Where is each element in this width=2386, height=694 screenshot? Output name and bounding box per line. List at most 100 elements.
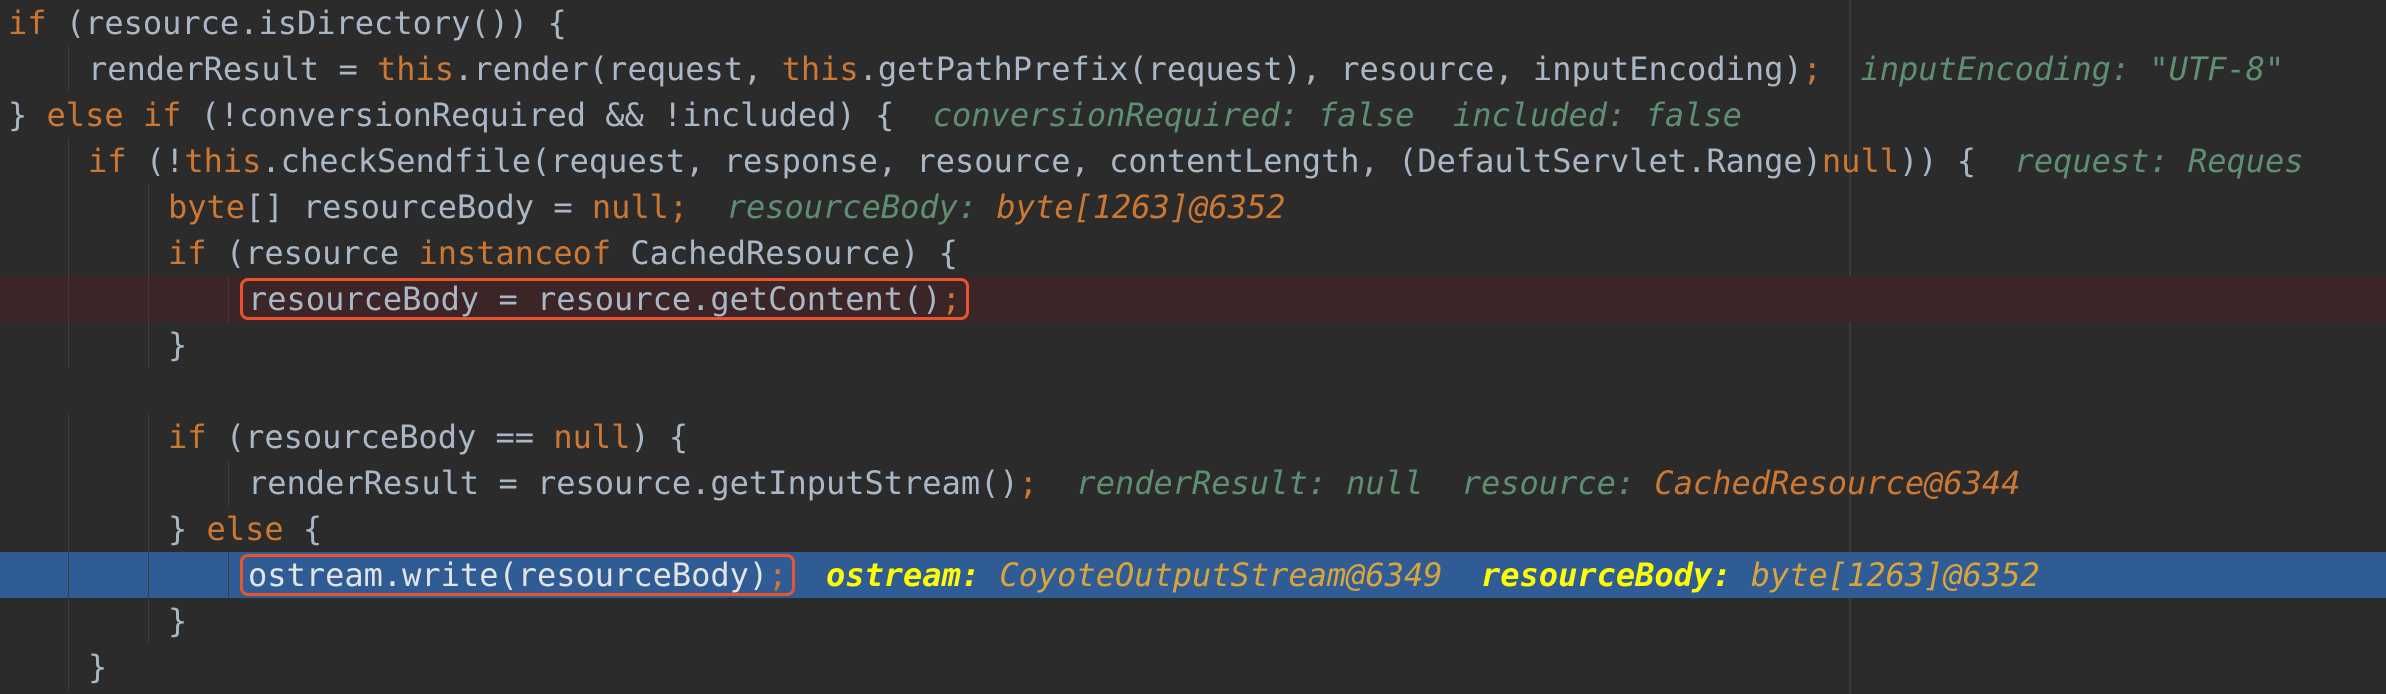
code-editor[interactable]: if (resource.isDirectory()) {renderResul…	[0, 0, 2386, 694]
code-text: if (resourceBody == null) {	[168, 414, 688, 460]
code-token: (resourceBody ==	[206, 418, 554, 456]
code-line[interactable]: }	[0, 598, 2386, 644]
code-line[interactable]: if (resource.isDirectory()) {	[0, 0, 2386, 46]
highlight-box	[240, 554, 796, 596]
keyword-token: if	[168, 234, 207, 272]
code-text: if (resource.isDirectory()) {	[8, 0, 567, 46]
code-token: ) {	[630, 418, 689, 456]
inline-debug-value: CoyoteOutputStream@6349	[999, 556, 1443, 594]
indent-guide	[148, 184, 149, 230]
code-token: }	[88, 648, 108, 686]
code-token: (!conversionRequired && !included) {	[181, 96, 895, 134]
keyword-token: this	[781, 50, 859, 88]
inline-debug-value: conversionRequired:	[932, 96, 1319, 134]
indent-guide	[68, 138, 69, 184]
code-text: } else {	[168, 506, 322, 552]
code-line[interactable]	[0, 368, 2386, 414]
indent-guide	[68, 506, 69, 552]
keyword-token: if	[88, 142, 127, 180]
keyword-token: null	[1821, 142, 1899, 180]
keyword-token: if	[168, 418, 207, 456]
code-token: }	[8, 96, 47, 134]
code-line[interactable]: }	[0, 322, 2386, 368]
inline-debug-value: resourceBody:	[726, 188, 997, 226]
indent-guide	[68, 184, 69, 230]
inline-debug-value: CachedResource@6344	[1654, 464, 2021, 502]
code-text: if (resource instanceof CachedResource) …	[168, 230, 958, 276]
code-token: .getPathPrefix(request), resource, input…	[858, 50, 1803, 88]
keyword-token: ;	[668, 188, 689, 226]
inline-debug-value: resourceBody:	[1481, 556, 1751, 594]
keyword-token: else	[206, 510, 284, 548]
inline-debug-value: null	[1346, 464, 1424, 502]
indent-guide	[68, 46, 69, 92]
inline-debug-value: inputEncoding:	[1860, 50, 2150, 88]
code-token: )) {	[1898, 142, 1977, 180]
code-line[interactable]: renderResult = this.render(request, this…	[0, 46, 2386, 92]
indent-guide	[68, 322, 69, 368]
inline-debug-value: byte[1263]@6352	[996, 188, 1286, 226]
keyword-token: null	[553, 418, 631, 456]
code-line[interactable]: }	[0, 644, 2386, 690]
code-line[interactable]: byte[] resourceBody = null; resourceBody…	[0, 184, 2386, 230]
indent-guide	[148, 322, 149, 368]
indent-guide	[228, 460, 229, 506]
inline-debug-value: false	[1318, 96, 1415, 134]
inline-debug-value: resource:	[1461, 464, 1655, 502]
code-token: CachedResource) {	[611, 234, 958, 272]
indent-guide	[148, 552, 149, 598]
code-token: .render(request,	[454, 50, 782, 88]
indent-guide	[68, 460, 69, 506]
indent-guide	[68, 276, 69, 322]
indent-guide	[148, 230, 149, 276]
code-token: (!	[126, 142, 185, 180]
keyword-token: ;	[1802, 50, 1822, 88]
inline-debug-value: included:	[1452, 96, 1646, 134]
code-token: [] resourceBody =	[245, 188, 592, 226]
code-token: }	[168, 602, 188, 640]
code-text: renderResult = resource.getInputStream()…	[248, 460, 2020, 506]
code-token: (resource	[206, 234, 419, 272]
indent-guide	[148, 598, 149, 644]
keyword-token: else if	[46, 96, 182, 134]
code-line[interactable]: if (resource instanceof CachedResource) …	[0, 230, 2386, 276]
code-line[interactable]: } else if (!conversionRequired && !inclu…	[0, 92, 2386, 138]
highlight-box	[240, 278, 969, 320]
indent-guide	[148, 414, 149, 460]
keyword-token: instanceof	[418, 234, 612, 272]
inline-debug-value: ostream:	[825, 556, 1000, 594]
code-text: byte[] resourceBody = null; resourceBody…	[168, 184, 1285, 230]
code-token: .checkSendfile(request, response, resour…	[261, 142, 1822, 180]
code-text: renderResult = this.render(request, this…	[88, 46, 2284, 92]
code-token: }	[168, 326, 188, 364]
code-line[interactable]: renderResult = resource.getInputStream()…	[0, 460, 2386, 506]
indent-guide	[68, 644, 69, 690]
indent-guide	[68, 230, 69, 276]
keyword-token: byte	[168, 188, 246, 226]
code-line[interactable]: if (!this.checkSendfile(request, respons…	[0, 138, 2386, 184]
indent-guide	[68, 414, 69, 460]
indent-guide	[148, 506, 149, 552]
indent-guide	[228, 276, 229, 322]
code-token: }	[168, 510, 207, 548]
code-token: renderResult = resource.getInputStream()	[248, 464, 1019, 502]
code-line[interactable]: } else {	[0, 506, 2386, 552]
code-line[interactable]: if (resourceBody == null) {	[0, 414, 2386, 460]
code-text: if (!this.checkSendfile(request, respons…	[88, 138, 2304, 184]
inline-debug-value: false	[1645, 96, 1742, 134]
inline-debug-value: "UTF-8"	[2149, 50, 2285, 88]
indent-guide	[148, 276, 149, 322]
keyword-token: ;	[1018, 464, 1038, 502]
keyword-token: if	[8, 4, 47, 42]
code-token: renderResult =	[88, 50, 377, 88]
code-token: {	[283, 510, 323, 548]
code-text: }	[168, 598, 187, 644]
indent-guide	[228, 552, 229, 598]
